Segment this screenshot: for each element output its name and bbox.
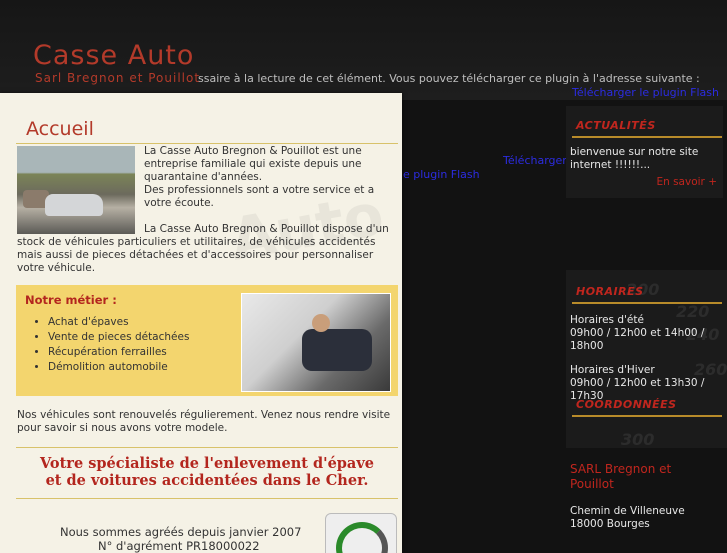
news-text: bienvenue sur notre site internet !!!!!!… bbox=[570, 146, 699, 171]
news-title: ACTUALITÉS bbox=[576, 119, 656, 132]
metier-list: Achat d'épaves Vente de pieces détachées… bbox=[28, 315, 189, 375]
metier-item: Récupération ferrailles bbox=[48, 345, 189, 360]
intro-paragraph-1: La Casse Auto Bregnon & Pouillot est une… bbox=[144, 145, 362, 183]
flash-link-ghost-2[interactable]: e plugin Flash bbox=[403, 168, 480, 181]
gauge-decoration: 300 bbox=[621, 430, 655, 449]
news-box: ACTUALITÉS bienvenue sur notre site inte… bbox=[566, 106, 723, 198]
hours-winter-label: Horaires d'Hiver bbox=[570, 364, 655, 376]
hours-box: 200 220 240 260 HORAIRES Horaires d'été … bbox=[566, 270, 727, 449]
slogan-line-1: Votre spécialiste de l'enlevement d'épav… bbox=[40, 455, 374, 472]
metier-title: Notre métier : bbox=[25, 293, 117, 307]
divider bbox=[16, 447, 398, 448]
divider bbox=[572, 136, 722, 138]
renew-text: Nos véhicules sont renouvelés régulierem… bbox=[17, 409, 391, 434]
page-title: Accueil bbox=[26, 118, 94, 140]
address-city: 18000 Bourges bbox=[570, 518, 650, 530]
metier-item: Achat d'épaves bbox=[48, 315, 189, 330]
recycle-icon bbox=[336, 522, 388, 553]
mechanic-shape bbox=[302, 329, 372, 371]
company-name: SARL Bregnon et Pouillot bbox=[570, 462, 672, 491]
metier-item: Vente de pieces détachées bbox=[48, 330, 189, 345]
flash-plugin-message: ssaire à la lecture de cet élément. Vous… bbox=[198, 72, 700, 85]
contact-title: COORDONNÉES bbox=[576, 398, 677, 411]
main-content-panel: Auto villeneuve Accueil La Casse Auto Br… bbox=[0, 93, 402, 553]
intro-paragraph-3: La Casse Auto Bregnon & Pouillot dispose… bbox=[17, 223, 389, 274]
news-more-link[interactable]: En savoir + bbox=[656, 176, 717, 188]
divider bbox=[16, 143, 398, 144]
mechanic-shape bbox=[312, 314, 330, 332]
approval-text: Nous sommes agréés depuis janvier 2007 bbox=[60, 525, 302, 539]
scrapyard-photo bbox=[17, 146, 135, 234]
flash-link-ghost[interactable]: Télécharger bbox=[503, 154, 567, 167]
logo-title[interactable]: Casse Auto bbox=[33, 40, 194, 71]
flash-download-link[interactable]: Télécharger le plugin Flash bbox=[572, 86, 719, 99]
hours-summer: 09h00 / 12h00 et 14h00 / 18h00 bbox=[570, 327, 705, 352]
metier-item: Démolition automobile bbox=[48, 360, 189, 375]
intro-paragraph-2: Des professionnels sont a votre service … bbox=[144, 184, 375, 209]
divider bbox=[572, 302, 722, 304]
logo-subtitle: Sarl Bregnon et Pouillot bbox=[35, 71, 201, 85]
approval-number: N° d'agrément PR18000022 bbox=[98, 539, 260, 553]
approval-logo bbox=[325, 513, 397, 553]
slogan-line-2: et de voitures accidentées dans le Cher. bbox=[45, 472, 369, 489]
metier-box: Notre métier : Achat d'épaves Vente de p… bbox=[16, 285, 398, 396]
slogan: Votre spécialiste de l'enlevement d'épav… bbox=[16, 455, 398, 489]
divider bbox=[16, 498, 398, 499]
hours-title: HORAIRES bbox=[576, 285, 644, 298]
address-street: Chemin de Villeneuve bbox=[570, 505, 685, 517]
car-shape bbox=[45, 194, 103, 216]
mechanic-photo bbox=[241, 293, 391, 392]
divider bbox=[572, 415, 722, 417]
hours-summer-label: Horaires d'été bbox=[570, 314, 644, 326]
